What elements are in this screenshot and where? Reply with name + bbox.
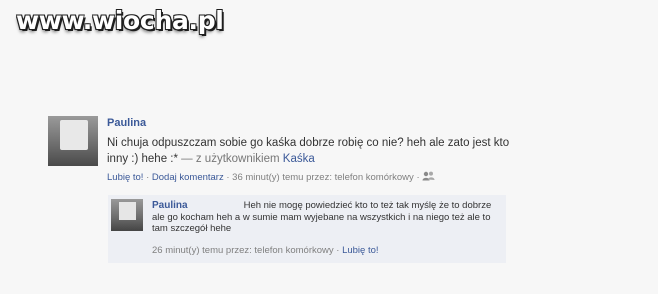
comment-text: Paulina Heh nie mogę powiedzieć kto to te… <box>152 200 502 235</box>
comment-author-link[interactable]: Paulina <box>152 200 188 211</box>
tagged-user-link[interactable]: Kaśka <box>283 153 315 165</box>
comment-body: Paulina Heh nie mogę powiedzieć kto to te… <box>152 200 502 235</box>
comment-text-first: Heh nie mogę powiedzieć kto to też tak m… <box>243 200 449 211</box>
post-text: Ni chuja odpuszczam sobie go kaśka dobrz… <box>107 135 527 167</box>
comment-meta: 26 minut(y) temu przez: telefon komórkow… <box>152 245 379 256</box>
avatar-blur <box>60 120 88 150</box>
tag-prefix: — z użytkownikiem <box>181 153 280 165</box>
meta-separator: · <box>146 172 150 184</box>
comment-item: Paulina Heh nie mogę powiedzieć kto to te… <box>108 195 506 263</box>
post-timestamp[interactable]: 36 minut(y) temu przez: telefon komórkow… <box>232 172 414 183</box>
comment-avatar[interactable] <box>111 199 143 231</box>
watermark-logo: www.wiocha.pl <box>16 6 224 35</box>
meta-separator: · <box>226 172 230 184</box>
meta-separator: · <box>336 245 340 256</box>
comment-like-button[interactable]: Lubię to! <box>342 245 378 256</box>
meta-separator: · <box>416 172 420 184</box>
like-button[interactable]: Lubię to! <box>107 172 143 183</box>
add-comment-button[interactable]: Dodaj komentarz <box>152 172 224 183</box>
post-meta: Lubię to! · Dodaj komentarz · 36 minut(y… <box>107 171 527 184</box>
post-author-link[interactable]: Paulina <box>107 117 527 129</box>
comment-timestamp[interactable]: 26 minut(y) temu przez: telefon komórkow… <box>152 245 334 256</box>
avatar[interactable] <box>48 116 98 166</box>
people-icon[interactable] <box>422 171 435 184</box>
avatar-blur <box>119 202 136 220</box>
status-post: Paulina Ni chuja odpuszczam sobie go kaś… <box>107 117 527 184</box>
